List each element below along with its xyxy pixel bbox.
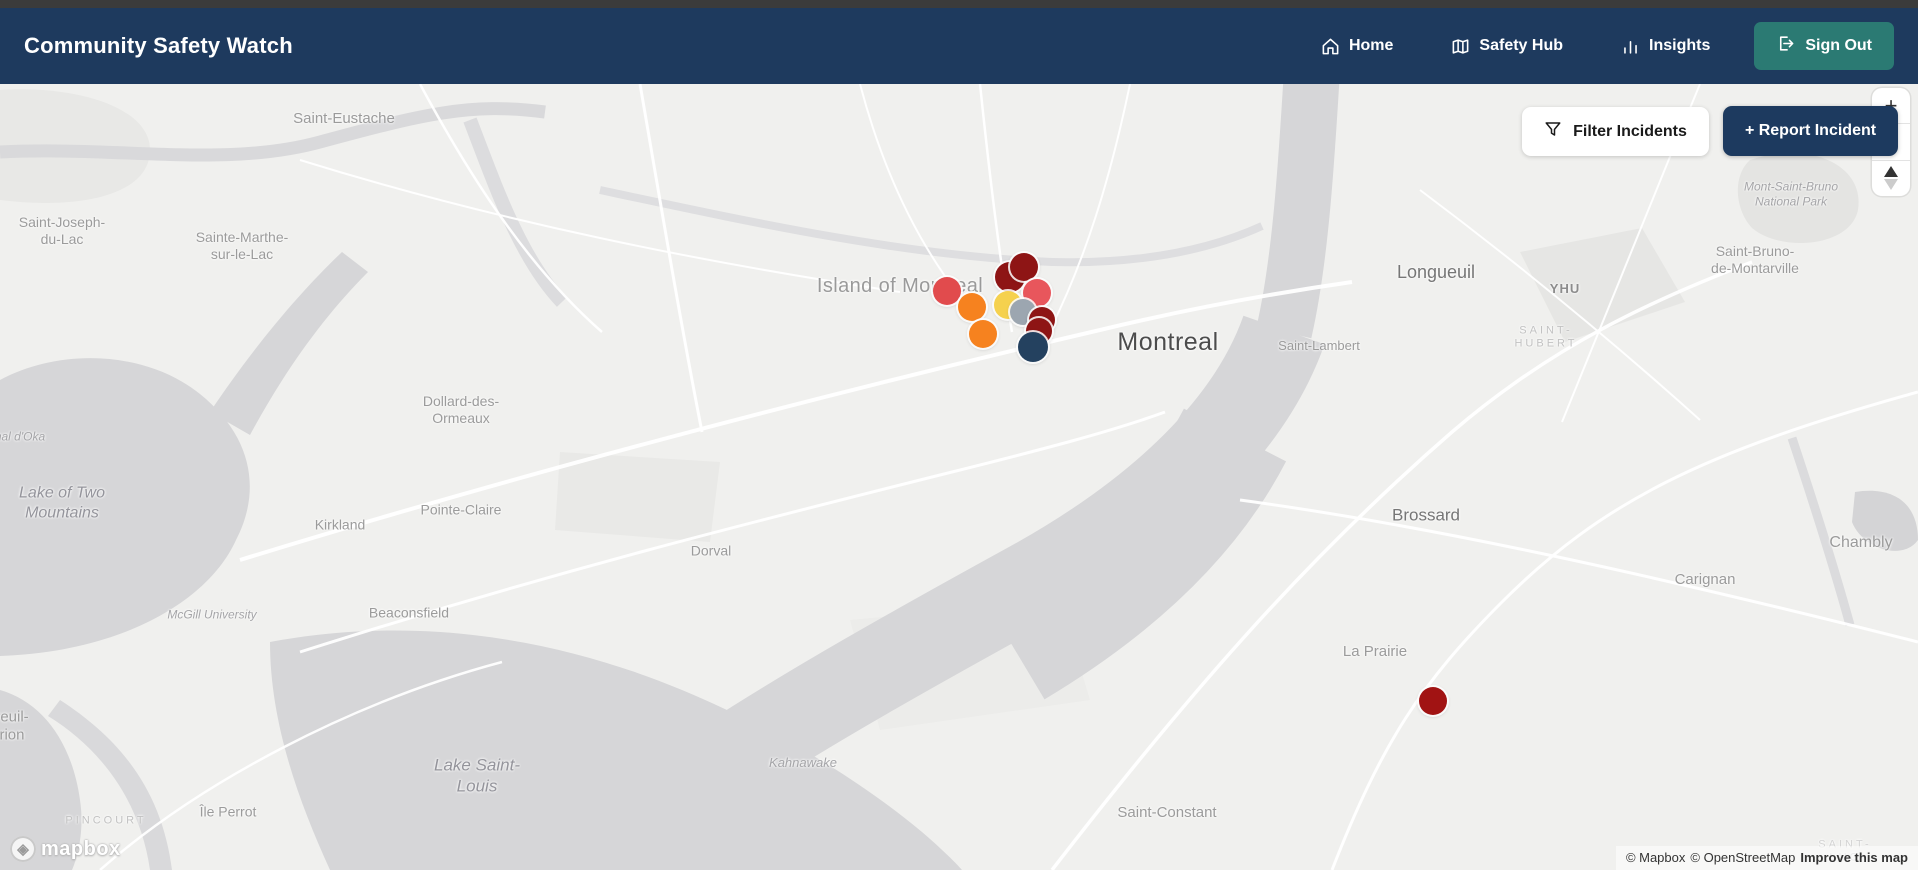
bar-chart-icon <box>1621 37 1640 56</box>
map-canvas[interactable]: Saint-Eustache Saint-Joseph- du-Lac Sainte… <box>0 84 1918 870</box>
incident-marker[interactable] <box>958 293 986 321</box>
incident-marker[interactable] <box>969 320 997 348</box>
app-title: Community Safety Watch <box>24 33 293 58</box>
nav-item-label: Insights <box>1649 37 1711 54</box>
filter-funnel-icon <box>1544 120 1562 143</box>
app-header: Community Safety Watch Home Safety Hub I… <box>0 8 1918 84</box>
page: Community Safety Watch Home Safety Hub I… <box>0 0 1918 870</box>
nav-item-safety-hub[interactable]: Safety Hub <box>1451 37 1563 56</box>
mapbox-logo-text: mapbox <box>41 837 121 860</box>
nav-item-label: Home <box>1348 37 1394 54</box>
main-nav: Home Safety Hub Insights Sign Out <box>1321 22 1894 70</box>
incident-marker[interactable] <box>1010 253 1038 281</box>
compass-icon <box>1884 166 1898 191</box>
sign-out-label: Sign Out <box>1805 37 1872 54</box>
compass-button[interactable] <box>1872 159 1910 196</box>
map-icon <box>1451 37 1470 56</box>
filter-incidents-label: Filter Incidents <box>1573 122 1687 140</box>
report-incident-label: + Report Incident <box>1744 122 1877 139</box>
report-incident-button[interactable]: + Report Incident <box>1723 106 1898 156</box>
map-attribution: © Mapbox © OpenStreetMap Improve this ma… <box>1615 846 1918 870</box>
osm-attribution-link[interactable]: © OpenStreetMap <box>1690 850 1795 865</box>
home-icon <box>1321 37 1340 56</box>
filter-incidents-button[interactable]: Filter Incidents <box>1522 107 1709 156</box>
improve-map-link[interactable]: Improve this map <box>1800 850 1908 865</box>
mapbox-logo[interactable]: ◈ mapbox <box>10 836 121 862</box>
mapbox-logo-icon: ◈ <box>10 836 36 862</box>
incident-marker[interactable] <box>933 277 961 305</box>
incident-marker[interactable] <box>1419 687 1447 715</box>
nav-item-home[interactable]: Home <box>1321 37 1393 56</box>
sign-out-icon <box>1776 34 1795 58</box>
sign-out-button[interactable]: Sign Out <box>1754 22 1894 70</box>
window-top-strip <box>0 0 1918 8</box>
incident-marker[interactable] <box>1018 332 1048 362</box>
nav-item-label: Safety Hub <box>1479 37 1563 54</box>
nav-item-insights[interactable]: Insights <box>1621 37 1710 56</box>
basemap-graphics <box>0 84 1918 870</box>
mapbox-attribution-link[interactable]: © Mapbox <box>1626 850 1685 865</box>
